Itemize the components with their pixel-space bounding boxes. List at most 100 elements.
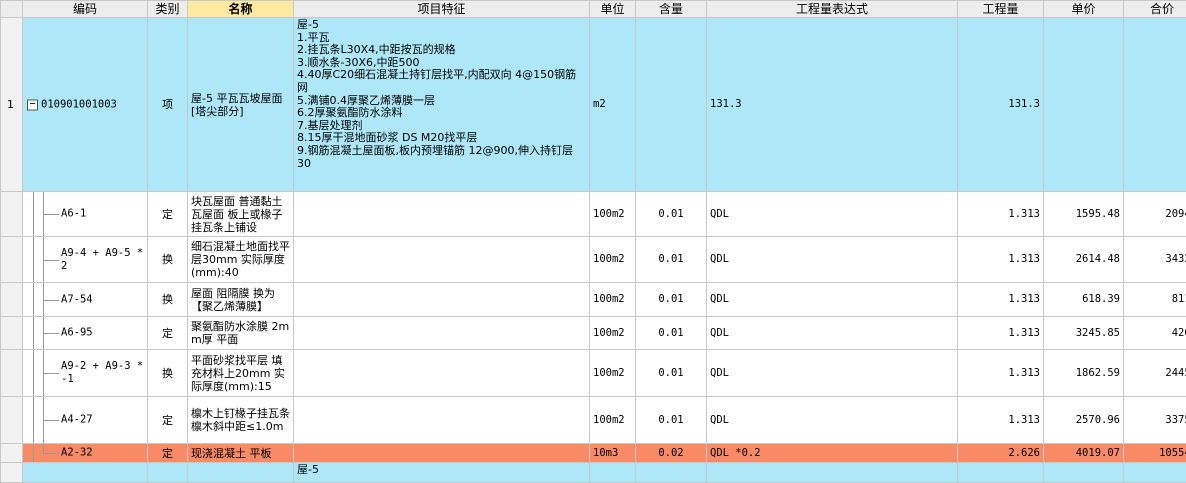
total-cell[interactable]	[1124, 463, 1186, 483]
unit-cell[interactable]: 100m2	[590, 350, 636, 397]
category-cell[interactable]: 定	[148, 317, 188, 350]
price-cell[interactable]	[1044, 463, 1124, 483]
unit-cell[interactable]: 10m3	[590, 444, 636, 463]
code-cell[interactable]: A6-95	[23, 317, 148, 350]
feature-cell[interactable]	[294, 237, 590, 283]
content-cell[interactable]: 0.01	[636, 317, 707, 350]
bill-item-row[interactable]: 1 − 010901001003 项 屋-5 平瓦瓦坡屋面[塔尖部分] 屋-5 …	[1, 18, 1186, 192]
qty-cell[interactable]	[958, 463, 1044, 483]
expr-cell[interactable]: QDL	[707, 397, 958, 444]
category-cell[interactable]: 换	[148, 237, 188, 283]
qty-cell[interactable]: 1.313	[958, 283, 1044, 317]
price-cell[interactable]: 4019.07	[1044, 444, 1124, 463]
qty-cell[interactable]: 2.626	[958, 444, 1044, 463]
qty-cell[interactable]: 131.3	[958, 18, 1044, 192]
content-cell[interactable]: 0.01	[636, 192, 707, 237]
col-header-qty[interactable]: 工程量	[958, 1, 1044, 18]
category-cell[interactable]: 换	[148, 283, 188, 317]
expr-cell[interactable]: QDL	[707, 317, 958, 350]
expr-cell[interactable]: QDL	[707, 350, 958, 397]
feature-cell[interactable]	[294, 192, 590, 237]
col-header-price[interactable]: 单价	[1044, 1, 1124, 18]
price-cell[interactable]: 618.39	[1044, 283, 1124, 317]
qty-cell[interactable]: 1.313	[958, 237, 1044, 283]
total-cell[interactable]: 3375.	[1124, 397, 1186, 444]
unit-cell[interactable]: 100m2	[590, 397, 636, 444]
expr-cell[interactable]: QDL	[707, 237, 958, 283]
name-cell[interactable]: 细石混凝土地面找平层30mm 实际厚度(mm):40	[188, 237, 294, 283]
category-cell[interactable]	[148, 463, 188, 483]
content-cell[interactable]: 0.01	[636, 397, 707, 444]
name-cell[interactable]: 聚氨酯防水涂膜 2mm厚 平面	[188, 317, 294, 350]
total-cell[interactable]: 4261	[1124, 317, 1186, 350]
col-header-unit[interactable]: 单位	[590, 1, 636, 18]
code-cell[interactable]: − 010901001003	[23, 18, 148, 192]
unit-cell[interactable]: 100m2	[590, 192, 636, 237]
col-header-category[interactable]: 类别	[148, 1, 188, 18]
expr-cell[interactable]: QDL	[707, 192, 958, 237]
col-header-code[interactable]: 编码	[23, 1, 148, 18]
unit-cell[interactable]: m2	[590, 18, 636, 192]
category-cell[interactable]: 项	[148, 18, 188, 192]
content-cell[interactable]: 0.02	[636, 444, 707, 463]
code-cell[interactable]: A4-27	[23, 397, 148, 444]
feature-cell[interactable]	[294, 444, 590, 463]
name-cell[interactable]: 平面砂浆找平层 填充材料上20mm 实际厚度(mm):15	[188, 350, 294, 397]
quota-row[interactable]: A9-4 + A9-5 * 2 换 细石混凝土地面找平层30mm 实际厚度(mm…	[1, 237, 1186, 283]
quota-row[interactable]: A6-1 定 块瓦屋面 普通黏土瓦屋面 板上或椽子挂瓦条上铺设 100m2 0.…	[1, 192, 1186, 237]
feature-cell[interactable]	[294, 350, 590, 397]
unit-cell[interactable]	[590, 463, 636, 483]
feature-cell[interactable]	[294, 283, 590, 317]
content-cell[interactable]	[636, 463, 707, 483]
category-cell[interactable]: 换	[148, 350, 188, 397]
code-cell[interactable]: A7-54	[23, 283, 148, 317]
collapse-icon[interactable]: −	[27, 99, 38, 110]
code-cell[interactable]: A6-1	[23, 192, 148, 237]
qty-cell[interactable]: 1.313	[958, 350, 1044, 397]
bill-item-row[interactable]: 屋-5	[1, 463, 1186, 483]
expr-cell[interactable]: QDL	[707, 283, 958, 317]
content-cell[interactable]: 0.01	[636, 350, 707, 397]
name-cell[interactable]	[188, 463, 294, 483]
code-cell[interactable]	[23, 463, 148, 483]
qty-cell[interactable]: 1.313	[958, 192, 1044, 237]
price-cell[interactable]: 3245.85	[1044, 317, 1124, 350]
feature-cell[interactable]	[294, 397, 590, 444]
price-cell[interactable]: 1862.59	[1044, 350, 1124, 397]
name-cell[interactable]: 屋面 阻隔膜 换为【聚乙烯薄膜】	[188, 283, 294, 317]
feature-cell[interactable]: 屋-5 1.平瓦 2.挂瓦条L30X4,中距按瓦的规格 3.顺水条-30X6,中…	[294, 18, 590, 192]
category-cell[interactable]: 定	[148, 444, 188, 463]
col-header-expr[interactable]: 工程量表达式	[707, 1, 958, 18]
quota-row[interactable]: A9-2 + A9-3 * -1 换 平面砂浆找平层 填充材料上20mm 实际厚…	[1, 350, 1186, 397]
quota-row[interactable]: A6-95 定 聚氨酯防水涂膜 2mm厚 平面 100m2 0.01 QDL 1…	[1, 317, 1186, 350]
price-cell[interactable]: 2614.48	[1044, 237, 1124, 283]
name-cell[interactable]: 块瓦屋面 普通黏土瓦屋面 板上或椽子挂瓦条上铺设	[188, 192, 294, 237]
quota-row[interactable]: A4-27 定 檩木上钉椽子挂瓦条 檩木斜中距≤1.0m 100m2 0.01 …	[1, 397, 1186, 444]
code-cell[interactable]: A9-2 + A9-3 * -1	[23, 350, 148, 397]
col-header-feature[interactable]: 项目特征	[294, 1, 590, 18]
col-header-name[interactable]: 名称	[188, 1, 294, 18]
content-cell[interactable]: 0.01	[636, 237, 707, 283]
content-cell[interactable]	[636, 18, 707, 192]
quota-row[interactable]: A7-54 换 屋面 阻隔膜 换为【聚乙烯薄膜】 100m2 0.01 QDL …	[1, 283, 1186, 317]
feature-cell[interactable]: 屋-5	[294, 463, 590, 483]
price-cell[interactable]	[1044, 18, 1124, 192]
qty-cell[interactable]: 1.313	[958, 397, 1044, 444]
feature-cell[interactable]	[294, 317, 590, 350]
total-cell[interactable]	[1124, 18, 1186, 192]
unit-cell[interactable]: 100m2	[590, 317, 636, 350]
total-cell[interactable]: 2445.	[1124, 350, 1186, 397]
col-header-total[interactable]: 合价	[1124, 1, 1186, 18]
name-cell[interactable]: 檩木上钉椽子挂瓦条 檩木斜中距≤1.0m	[188, 397, 294, 444]
unit-cell[interactable]: 100m2	[590, 237, 636, 283]
name-cell[interactable]: 现浇混凝土 平板	[188, 444, 294, 463]
expr-cell[interactable]	[707, 463, 958, 483]
unit-cell[interactable]: 100m2	[590, 283, 636, 317]
category-cell[interactable]: 定	[148, 192, 188, 237]
content-cell[interactable]: 0.01	[636, 283, 707, 317]
col-header-content[interactable]: 含量	[636, 1, 707, 18]
total-cell[interactable]: 2094.	[1124, 192, 1186, 237]
total-cell[interactable]: 811.	[1124, 283, 1186, 317]
quota-row-selected[interactable]: A2-32 定 现浇混凝土 平板 10m3 0.02 QDL *0.2 2.62…	[1, 444, 1186, 463]
total-cell[interactable]: 3432.	[1124, 237, 1186, 283]
